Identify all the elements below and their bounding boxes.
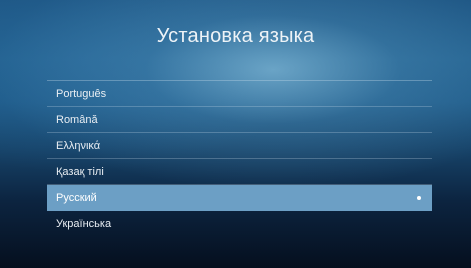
language-item-label: Română	[56, 114, 98, 126]
language-item-portuguese[interactable]: Português	[47, 81, 432, 107]
language-item-label: Ελληνικά	[56, 140, 101, 152]
selected-dot-icon	[417, 196, 421, 200]
language-list: Português Română Ελληνικά Қазақ тілі Рус…	[47, 80, 432, 237]
language-item-ukrainian[interactable]: Українська	[47, 211, 432, 237]
language-item-label: Português	[56, 88, 107, 100]
language-item-greek[interactable]: Ελληνικά	[47, 133, 432, 159]
language-settings-screen: Установка языка Português Română Ελληνικ…	[0, 0, 471, 268]
language-item-label: Українська	[56, 218, 112, 230]
language-item-label: Қазақ тілі	[56, 166, 104, 178]
language-item-kazakh[interactable]: Қазақ тілі	[47, 159, 432, 185]
language-item-russian[interactable]: Русский	[47, 185, 432, 211]
language-item-romanian[interactable]: Română	[47, 107, 432, 133]
language-item-label: Русский	[56, 192, 97, 204]
header: Установка языка	[0, 0, 471, 78]
page-title: Установка языка	[156, 24, 315, 47]
